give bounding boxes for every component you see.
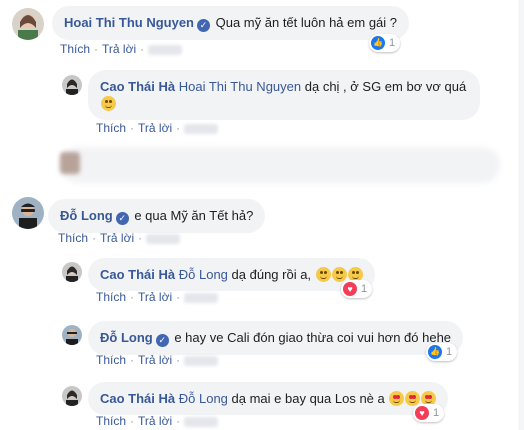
comment-actions: Thích · Trả lời ·: [96, 290, 222, 304]
comment-text: Qua mỹ ăn tết luôn hả em gái ?: [215, 15, 398, 30]
comment-actions: Thích · Trả lời ·: [60, 42, 186, 56]
reply-button[interactable]: Trả lời: [138, 353, 172, 367]
smiling-emoji-icon: [331, 267, 347, 282]
reaction-count[interactable]: ♥ 1: [413, 404, 445, 422]
like-reaction-icon: 👍: [371, 36, 385, 50]
comment-mention[interactable]: Hoai Thi Thu Nguyen: [179, 79, 301, 94]
comment-actions: Thích · Trả lời ·: [96, 414, 222, 428]
timestamp-redacted: [184, 123, 219, 134]
reaction-count[interactable]: ♥ 1: [341, 280, 373, 298]
comment-actions: Thích · Trả lời ·: [96, 353, 222, 367]
heart-eyes-emoji-icon: [389, 391, 405, 406]
comment-bubble: Cao Thái Hà Đỗ Long dạ mai e bay qua Los…: [88, 382, 449, 415]
comment-bubble: Cao Thái Hà Đỗ Long dạ đúng rồi a,: [88, 258, 375, 291]
comment-mention[interactable]: Đỗ Long: [179, 267, 228, 282]
comment-bubble: Đỗ Long ✓ e hay ve Cali đón giao thừa coi…: [88, 321, 464, 355]
like-button[interactable]: Thích: [58, 231, 88, 245]
like-reaction-icon: 👍: [428, 345, 442, 359]
reply-button[interactable]: Trả lời: [138, 121, 172, 135]
comment-bubble: Hoai Thi Thu Nguyen ✓ Qua mỹ ăn tết luôn …: [52, 6, 410, 40]
like-button[interactable]: Thích: [96, 353, 126, 367]
comment-author[interactable]: Cao Thái Hà: [100, 391, 175, 406]
reply-button[interactable]: Trả lời: [100, 231, 134, 245]
reaction-count[interactable]: 👍 1: [426, 343, 458, 361]
avatar[interactable]: [62, 262, 82, 282]
avatar[interactable]: [62, 386, 82, 406]
comment-bubble: Đỗ Long ✓ e qua Mỹ ăn Tết hả?: [48, 199, 266, 233]
avatar[interactable]: [12, 8, 44, 40]
love-reaction-icon: ♥: [343, 282, 357, 296]
redacted-avatar: [60, 152, 80, 174]
avatar[interactable]: [62, 75, 82, 95]
like-button[interactable]: Thích: [96, 414, 126, 428]
smiling-emoji-icon: [315, 267, 331, 282]
comment-author[interactable]: Hoai Thi Thu Nguyen: [64, 15, 194, 30]
comment-actions: Thích · Trả lời ·: [96, 121, 222, 135]
reply-button[interactable]: Trả lời: [138, 290, 172, 304]
reply-button[interactable]: Trả lời: [102, 42, 136, 56]
comment-author[interactable]: Cao Thái Hà: [100, 79, 175, 94]
comment-author[interactable]: Đỗ Long: [100, 330, 153, 345]
comment-text: dạ chị , ở SG em bơ vơ quá: [304, 79, 467, 94]
timestamp-redacted: [184, 355, 219, 366]
comment-actions: Thích · Trả lời ·: [58, 231, 184, 245]
like-button[interactable]: Thích: [96, 290, 126, 304]
comment-bubble: Cao Thái Hà Hoai Thi Thu Nguyen dạ chị ,…: [88, 70, 480, 120]
timestamp-redacted: [184, 416, 219, 427]
comment-mention[interactable]: Đỗ Long: [179, 391, 228, 406]
verified-badge-icon: ✓: [155, 334, 169, 347]
timestamp-redacted: [184, 292, 219, 303]
verified-badge-icon: ✓: [197, 19, 210, 32]
like-button[interactable]: Thích: [60, 42, 90, 56]
verified-badge-icon: ✓: [115, 212, 129, 225]
smiling-emoji-icon: [101, 96, 116, 111]
reaction-count[interactable]: 👍 1: [369, 34, 401, 52]
comment-text: dạ đúng rồi a,: [231, 267, 312, 282]
comment-text: dạ mai e bay qua Los nè a: [231, 391, 385, 406]
comment-text: e hay ve Cali đón giao thừa coi vui hơn …: [174, 330, 452, 345]
redacted-comment: [60, 147, 500, 183]
scrollbar[interactable]: [518, 0, 524, 430]
comment-text: e qua Mỹ ăn Tết hả?: [134, 208, 254, 223]
timestamp-redacted: [146, 233, 181, 244]
avatar[interactable]: [12, 197, 44, 229]
love-reaction-icon: ♥: [415, 406, 429, 420]
avatar[interactable]: [62, 325, 82, 345]
reply-button[interactable]: Trả lời: [138, 414, 172, 428]
timestamp-redacted: [148, 44, 183, 55]
comment-author[interactable]: Đỗ Long: [60, 208, 113, 223]
comment-author[interactable]: Cao Thái Hà: [100, 267, 175, 282]
like-button[interactable]: Thích: [96, 121, 126, 135]
